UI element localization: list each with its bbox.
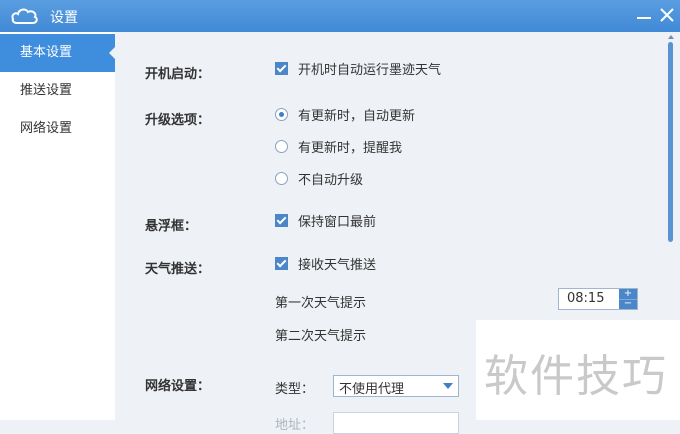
app-logo-icon bbox=[11, 8, 38, 24]
first-reminder-time-input[interactable]: 08:15 + − bbox=[558, 288, 638, 310]
upgrade-option-notify: 有更新时，提醒我 bbox=[298, 141, 403, 156]
radio-icon[interactable] bbox=[275, 172, 288, 185]
close-icon[interactable] bbox=[657, 5, 677, 25]
startup-option-label: 开机时自动运行墨迹天气 bbox=[298, 63, 442, 78]
float-window-label: 悬浮框： bbox=[145, 219, 198, 234]
upgrade-radio-notify[interactable]: 有更新时，提醒我 bbox=[275, 140, 402, 158]
sidebar: 基本设置 推送设置 网络设置 bbox=[0, 32, 116, 420]
upgrade-option-none: 不自动升级 bbox=[298, 173, 364, 188]
upgrade-radio-none[interactable]: 不自动升级 bbox=[275, 172, 363, 190]
sidebar-item-basic[interactable]: 基本设置 bbox=[0, 34, 116, 72]
proxy-type-value: 不使用代理 bbox=[339, 382, 405, 397]
watermark: 软件技巧 bbox=[476, 320, 680, 420]
first-reminder-label: 第一次天气提示 bbox=[275, 296, 367, 311]
network-label: 网络设置： bbox=[145, 379, 211, 394]
checkbox-checked-icon[interactable] bbox=[275, 214, 288, 227]
second-reminder-label: 第二次天气提示 bbox=[275, 329, 367, 344]
push-option-label: 接收天气推送 bbox=[298, 258, 377, 273]
radio-icon[interactable] bbox=[275, 140, 288, 153]
upgrade-radio-auto[interactable]: 有更新时，自动更新 bbox=[275, 108, 415, 126]
radio-selected-icon[interactable] bbox=[275, 108, 288, 121]
checkbox-checked-icon[interactable] bbox=[275, 257, 288, 270]
title-bar: 设置 bbox=[0, 0, 680, 32]
startup-checkbox[interactable]: 开机时自动运行墨迹天气 bbox=[275, 62, 441, 80]
time-spinner[interactable]: + − bbox=[619, 289, 637, 309]
minimize-button[interactable] bbox=[634, 3, 654, 27]
scroll-thumb[interactable] bbox=[668, 42, 673, 242]
scroll-up-icon[interactable] bbox=[668, 35, 674, 39]
float-window-option-label: 保持窗口最前 bbox=[298, 215, 377, 230]
push-checkbox[interactable]: 接收天气推送 bbox=[275, 257, 376, 275]
window-title: 设置 bbox=[50, 10, 78, 26]
proxy-address-input[interactable] bbox=[333, 412, 459, 434]
upgrade-label: 升级选项： bbox=[145, 113, 211, 128]
chevron-down-icon[interactable] bbox=[443, 383, 453, 389]
sidebar-item-network[interactable]: 网络设置 bbox=[0, 110, 115, 148]
first-reminder-time-value: 08:15 bbox=[567, 291, 605, 306]
push-label: 天气推送： bbox=[145, 262, 211, 277]
proxy-type-label: 类型： bbox=[275, 382, 315, 397]
upgrade-option-auto: 有更新时，自动更新 bbox=[298, 109, 416, 124]
float-window-checkbox[interactable]: 保持窗口最前 bbox=[275, 214, 376, 232]
checkbox-checked-icon[interactable] bbox=[275, 62, 288, 75]
proxy-type-select[interactable]: 不使用代理 bbox=[333, 375, 459, 397]
startup-label: 开机启动： bbox=[145, 67, 211, 82]
proxy-address-label: 地址： bbox=[275, 418, 315, 433]
spin-down-icon[interactable]: − bbox=[619, 299, 637, 309]
sidebar-item-push[interactable]: 推送设置 bbox=[0, 72, 115, 110]
watermark-text: 软件技巧 bbox=[484, 351, 668, 402]
